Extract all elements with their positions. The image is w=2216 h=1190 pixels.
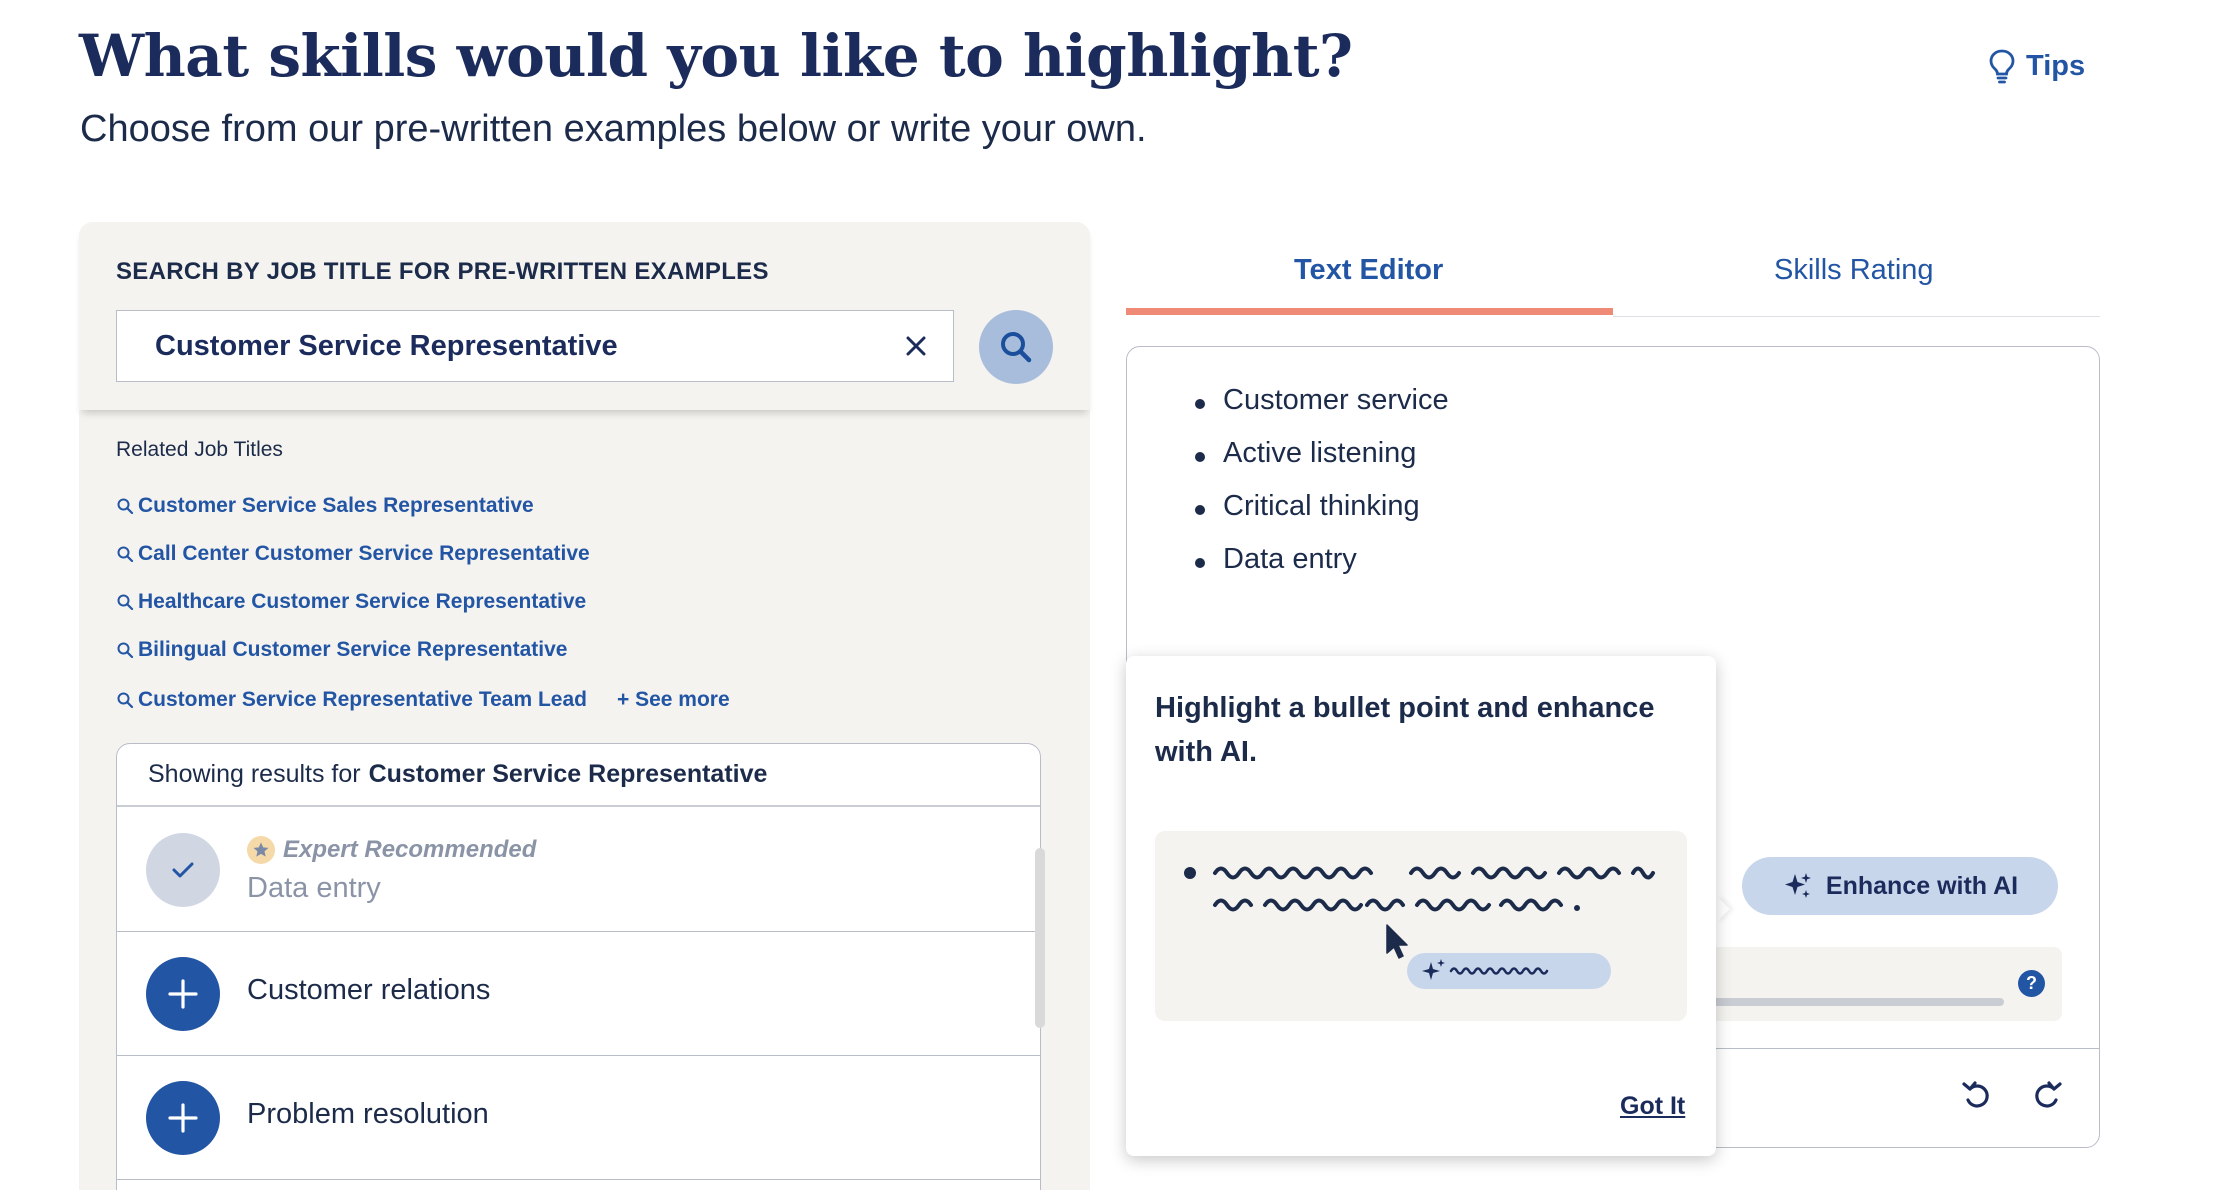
lightbulb-icon [1989, 49, 2015, 84]
related-job-title-link[interactable]: Healthcare Customer Service Representati… [116, 590, 586, 614]
related-job-title-link[interactable]: Customer Service Representative Team Lea… [116, 688, 587, 712]
related-job-title-label: Bilingual Customer Service Representativ… [138, 638, 568, 661]
add-skill-button[interactable] [146, 957, 220, 1031]
selected-toggle-button[interactable] [146, 833, 220, 907]
editor-toolbar-divider [1700, 1048, 2099, 1049]
result-label: Customer relations [247, 974, 491, 1006]
redo-icon [2035, 1081, 2062, 1108]
results-prefix: Showing results for [148, 760, 361, 788]
enhance-with-ai-button[interactable]: Enhance with AI [1742, 857, 2058, 915]
page-subtitle: Choose from our pre-written examples bel… [80, 108, 1147, 150]
got-it-button[interactable]: Got It [1620, 1092, 1685, 1121]
help-icon[interactable]: ? [2018, 970, 2045, 997]
clear-search-button[interactable] [898, 328, 934, 364]
plus-icon [168, 979, 198, 1009]
result-label: Problem resolution [247, 1098, 489, 1130]
popover-title: Highlight a bullet point and enhance wit… [1155, 692, 1655, 768]
related-job-title-link[interactable]: Bilingual Customer Service Representativ… [116, 638, 568, 662]
tips-label: Tips [2026, 49, 2086, 82]
bullet-item[interactable]: Customer service [1193, 384, 1449, 437]
checkmark-icon [172, 862, 194, 878]
highlight-text-illustration [1184, 866, 1655, 989]
result-item[interactable]: Problem resolution [117, 1056, 1040, 1180]
tab-skills-rating[interactable]: Skills Rating [1774, 254, 1934, 287]
search-label: SEARCH BY JOB TITLE FOR PRE-WRITTEN EXAM… [116, 258, 769, 285]
related-job-title-link[interactable]: Call Center Customer Service Representat… [116, 542, 590, 566]
active-tab-indicator [1126, 308, 1613, 315]
expert-recommended-label: Expert Recommended [283, 836, 537, 863]
bullet-item[interactable]: Active listening [1193, 437, 1449, 490]
popover-illustration [1155, 831, 1687, 1021]
add-skill-button[interactable] [146, 1081, 220, 1155]
search-icon [117, 594, 134, 611]
search-icon [117, 692, 134, 709]
related-job-title-label: Healthcare Customer Service Representati… [138, 590, 587, 613]
related-job-titles-label: Related Job Titles [116, 438, 283, 461]
enhance-label: Enhance with AI [1825, 871, 2019, 900]
related-job-title-label: Customer Service Sales Representative [138, 494, 534, 517]
result-item[interactable]: Customer relations [117, 932, 1040, 1056]
plus-icon [168, 1103, 198, 1133]
related-job-title-link[interactable]: Customer Service Sales Representative [116, 494, 534, 518]
related-job-title-label: Customer Service Representative Team Lea… [138, 688, 587, 711]
tab-divider [1613, 316, 2100, 317]
search-icon [117, 498, 134, 515]
close-icon [906, 336, 926, 356]
related-job-title-label: Call Center Customer Service Representat… [138, 542, 590, 565]
job-title-search-input[interactable]: Customer Service Representative [116, 310, 954, 382]
see-more-link[interactable]: + See more [617, 688, 730, 712]
expert-recommended-badge: Expert Recommended [247, 836, 536, 864]
results-header: Showing results for Customer Service Rep… [117, 744, 1040, 807]
undo-button[interactable] [1960, 1078, 1996, 1114]
result-item[interactable]: Expert Recommended Data entry [117, 808, 1040, 932]
search-icon [117, 642, 134, 659]
strength-meter-track [1700, 998, 2004, 1006]
search-icon [117, 546, 134, 563]
search-icon [1001, 332, 1032, 363]
bullet-item[interactable]: Critical thinking [1193, 490, 1449, 543]
skills-bullet-list[interactable]: Customer service Active listening Critic… [1193, 384, 1449, 596]
tab-text-editor[interactable]: Text Editor [1294, 254, 1443, 287]
page-title: What skills would you like to highlight? [79, 22, 1353, 90]
bullet-item[interactable]: Data entry [1193, 543, 1449, 596]
star-icon [247, 836, 275, 864]
sparkle-icon [1784, 873, 1811, 898]
results-query: Customer Service Representative [368, 760, 768, 788]
result-label: Data entry [247, 872, 381, 904]
search-button[interactable] [979, 310, 1053, 384]
redo-button[interactable] [2028, 1078, 2064, 1114]
undo-icon [1962, 1081, 1989, 1108]
results-list: Showing results for Customer Service Rep… [116, 743, 1041, 1190]
results-scrollbar[interactable] [1035, 848, 1045, 1028]
tips-button[interactable]: Tips [1988, 48, 2085, 84]
strength-meter [1700, 947, 2062, 1021]
